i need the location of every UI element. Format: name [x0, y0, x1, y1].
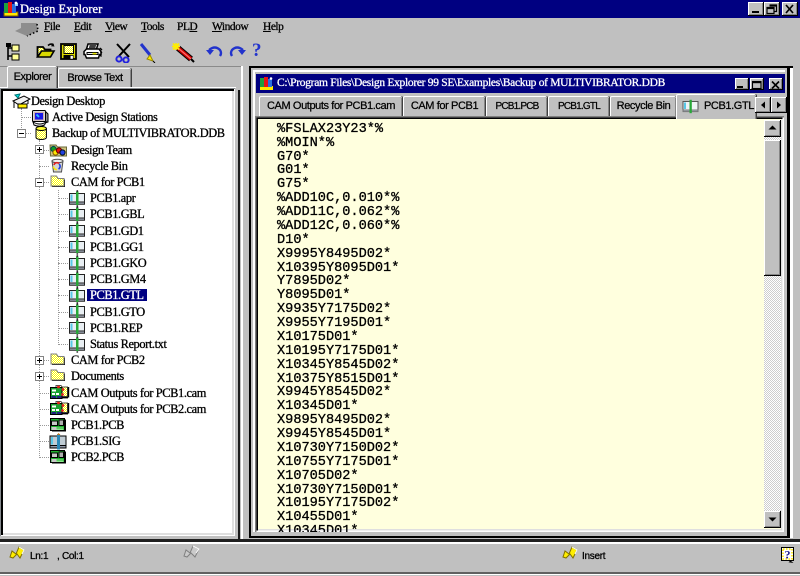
svg-text:?: ?: [785, 548, 791, 562]
